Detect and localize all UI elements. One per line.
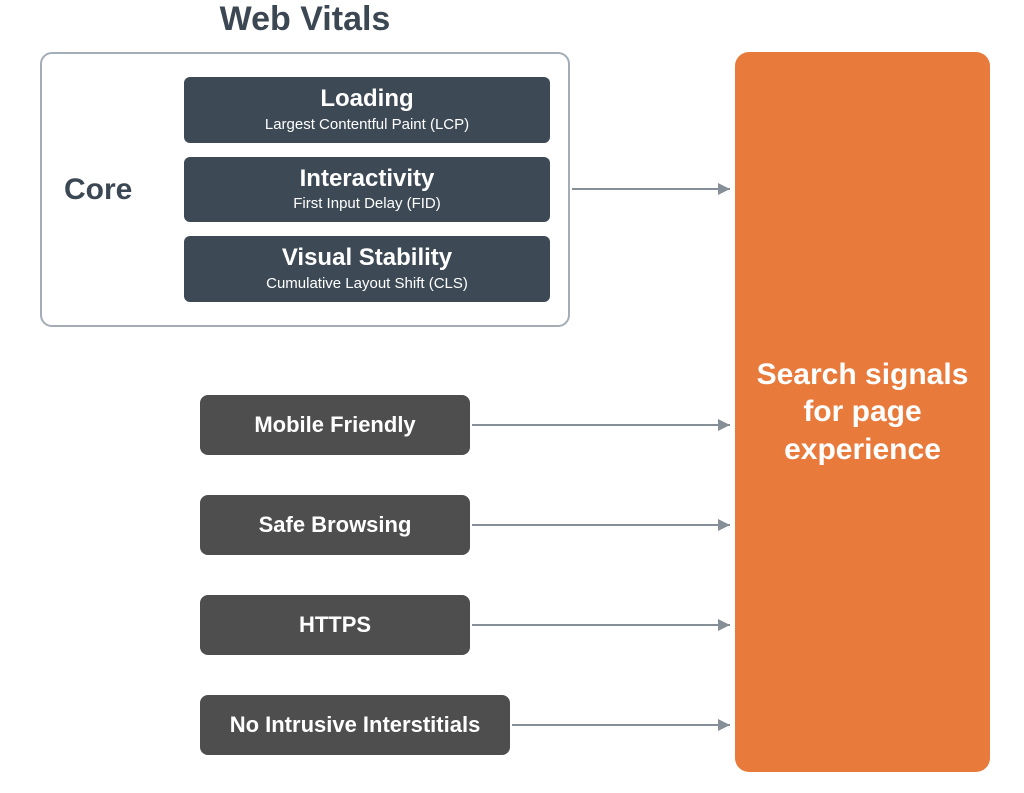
web-vitals-headline: Web Vitals [40, 0, 570, 39]
core-metrics-stack: Loading Largest Contentful Paint (LCP) I… [184, 77, 550, 302]
metric-title: Visual Stability [196, 244, 538, 273]
metric-subtitle: Cumulative Layout Shift (CLS) [196, 275, 538, 292]
metric-loading: Loading Largest Contentful Paint (LCP) [184, 77, 550, 143]
signal-mobile-friendly: Mobile Friendly [200, 395, 470, 455]
diagram-canvas: Web Vitals Core Loading Largest Contentf… [0, 0, 1024, 793]
signal-no-intrusive-interstitials: No Intrusive Interstitials [200, 695, 510, 755]
metric-visual-stability: Visual Stability Cumulative Layout Shift… [184, 236, 550, 302]
signal-https: HTTPS [200, 595, 470, 655]
signal-label: Safe Browsing [259, 512, 412, 538]
signal-safe-browsing: Safe Browsing [200, 495, 470, 555]
metric-subtitle: Largest Contentful Paint (LCP) [196, 116, 538, 133]
core-web-vitals-box: Core Loading Largest Contentful Paint (L… [40, 52, 570, 327]
signal-label: HTTPS [299, 612, 371, 638]
target-label: Search signals for page experience [755, 356, 970, 469]
core-label: Core [64, 173, 184, 207]
signal-label: No Intrusive Interstitials [230, 712, 481, 738]
signal-label: Mobile Friendly [254, 412, 415, 438]
metric-title: Interactivity [196, 165, 538, 194]
metric-interactivity: Interactivity First Input Delay (FID) [184, 157, 550, 223]
metric-subtitle: First Input Delay (FID) [196, 195, 538, 212]
target-search-signals-box: Search signals for page experience [735, 52, 990, 772]
metric-title: Loading [196, 85, 538, 114]
